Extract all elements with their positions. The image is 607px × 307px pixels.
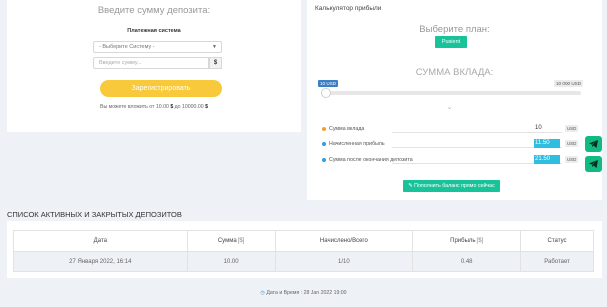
table-row: 27 Января 2022, 16:14 10.00 1/10 0.48 Ра…: [13, 251, 594, 272]
plan-button[interactable]: Pusient: [435, 36, 467, 48]
deposit-limits: Вы можете вложить от 10.00 $ до 10000.00…: [7, 104, 301, 110]
footer-datetime-text: Дата и Время : 28 Jan 2022 19:00: [266, 290, 347, 296]
limits-currency-1: $: [170, 104, 174, 110]
deposits-table: Дата Сумма[$] Начислено/Всего Прибыль[$]…: [13, 230, 594, 272]
column-header-sum[interactable]: Сумма[$]: [186, 230, 276, 252]
column-label: Начислено/Всего: [319, 238, 368, 244]
row-unit: USD: [565, 140, 579, 147]
amount-input[interactable]: Введите сумму...: [93, 57, 209, 69]
chevron-down-icon: ▼: [212, 44, 217, 50]
calculator-title: Калькулятор прибыли: [315, 5, 382, 12]
table-header-row: Дата Сумма[$] Начислено/Всего Прибыль[$]…: [13, 230, 594, 252]
currency-sort-icon: [$]: [476, 238, 484, 244]
deposit-form-card: Введите сумму депозита: Платежная систем…: [7, 0, 301, 132]
cell-sum: 10.00: [186, 251, 276, 272]
row-value: 21.50: [534, 155, 560, 164]
payment-system-label: Платежная система: [127, 28, 181, 34]
payment-system-select-value: - Выберите Систему -: [99, 44, 155, 50]
range-min-label: 10 USD: [318, 80, 339, 87]
column-label: Сумма: [217, 238, 237, 244]
row-dot: [322, 127, 326, 131]
row-dot: [322, 142, 326, 146]
row-value: 11.50: [534, 139, 560, 148]
limits-middle: до 10000.00: [174, 104, 204, 110]
refill-balance-button[interactable]: ✎ Пополнить баланс прямо сейчас: [403, 180, 500, 192]
column-header-status: Статус: [520, 230, 594, 252]
deposits-list-title: СПИСОК АКТИВНЫХ И ЗАКРЫТЫХ ДЕПОЗИТОВ: [7, 210, 182, 219]
refill-balance-label: Пополнить баланс прямо сейчас: [414, 183, 495, 189]
row-unit: USD: [565, 156, 579, 163]
footer-datetime: ◷ Дата и Время : 28 Jan 2022 19:00: [0, 290, 607, 296]
row-value[interactable]: 10: [534, 124, 560, 133]
amount-slider-handle[interactable]: [321, 88, 331, 98]
limits-prefix: Вы можете вложить от 10.00: [100, 104, 169, 110]
column-label: Статус: [547, 238, 567, 244]
column-header-profit[interactable]: Прибыль[$]: [412, 230, 522, 252]
column-header-date: Дата: [13, 230, 188, 252]
cell-accrued: 1/10: [274, 251, 414, 272]
payment-system-select[interactable]: - Выберите Систему - ▼: [93, 41, 222, 53]
calc-row-profit: Начисленная прибыль 11.50 USD: [322, 139, 582, 149]
calc-row-deposit-sum: Сумма вклада 10 USD: [322, 124, 582, 134]
amount-row: Введите сумму... $: [93, 57, 222, 69]
deposit-sum-title: СУММА ВКЛАДА:: [415, 67, 494, 78]
clock-icon: ◷: [260, 290, 265, 296]
row-label: Начисленная прибыль: [329, 141, 385, 147]
wallet-icon: ✎: [408, 183, 413, 189]
telegram-icon: [589, 160, 598, 168]
amount-slider-track[interactable]: [321, 91, 581, 95]
range-max-label: 10 000 USD: [554, 80, 584, 87]
register-button[interactable]: Зарегистрировать: [100, 80, 222, 97]
limits-currency-2: $: [205, 104, 208, 110]
cell-status: Работает: [520, 251, 594, 272]
plan-title: Выберите план:: [419, 24, 490, 35]
column-header-accrued: Начислено/Всего: [274, 230, 414, 252]
chevron-down-icon: ⌄: [447, 105, 453, 111]
cell-profit: 0.48: [412, 251, 522, 272]
telegram-button[interactable]: [585, 156, 602, 172]
row-label: Сумма вклада: [329, 126, 365, 132]
telegram-button[interactable]: [585, 136, 602, 152]
telegram-icon: [589, 140, 598, 148]
deposits-table-card: Дата Сумма[$] Начислено/Всего Прибыль[$]…: [7, 221, 602, 278]
deposit-title: Введите сумму депозита:: [97, 5, 211, 16]
currency-addon: $: [209, 57, 222, 69]
currency-sort-icon: [$]: [237, 238, 245, 244]
column-label: Прибыль: [450, 238, 476, 244]
profit-calculator-card: Калькулятор прибыли Выберите план: Pusie…: [307, 0, 602, 200]
row-unit: USD: [565, 125, 579, 132]
row-dot: [322, 158, 326, 162]
column-label: Дата: [93, 238, 107, 244]
calc-row-total: Сумма после окончания депозита 21.50 USD: [322, 155, 582, 165]
cell-date: 27 Января 2022, 16:14: [13, 251, 188, 272]
